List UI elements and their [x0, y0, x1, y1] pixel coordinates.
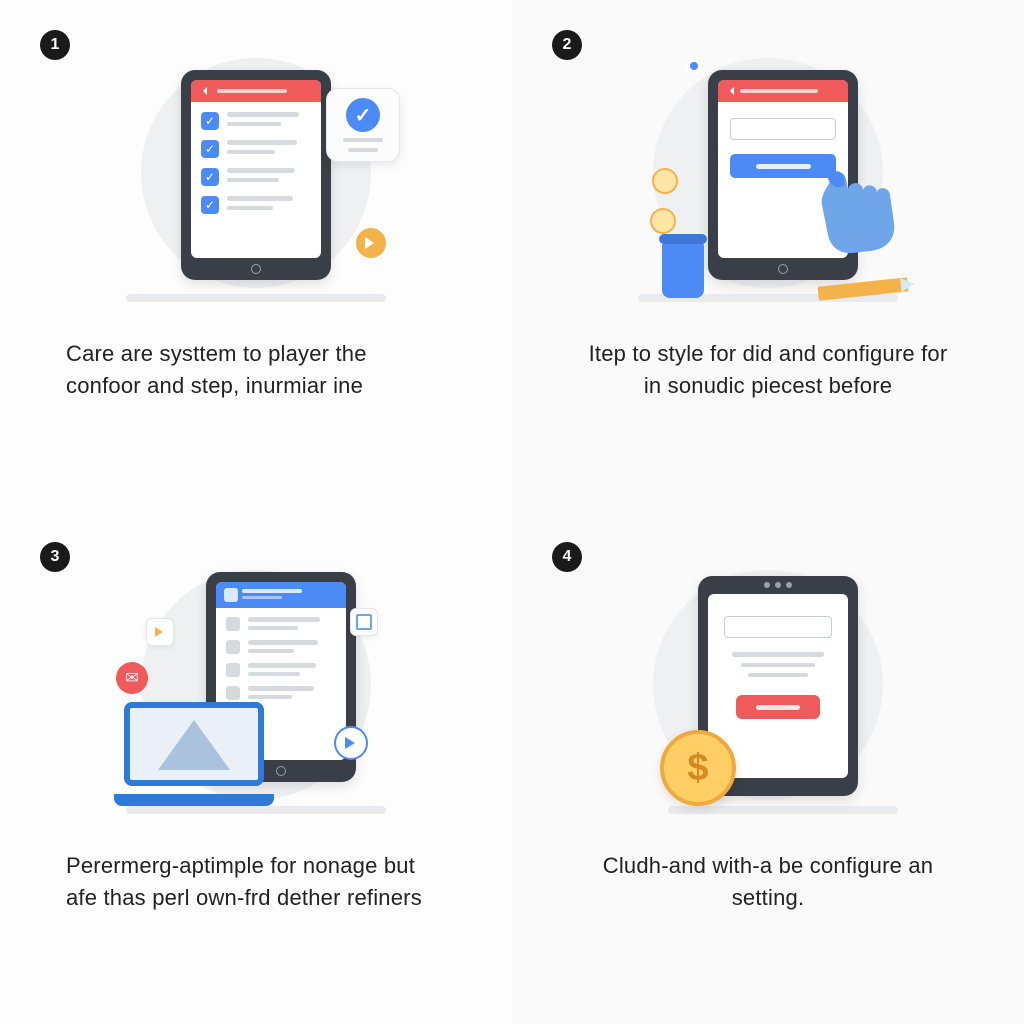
- play-icon: [356, 228, 386, 258]
- play-circle-icon: [334, 726, 368, 760]
- tablet-device: ✓ ✓ ✓ ✓: [181, 70, 331, 280]
- app-tile-icon: [350, 608, 378, 636]
- home-button-icon: [276, 766, 286, 776]
- step-caption: Itep to style for did and configure for …: [578, 338, 958, 402]
- checkbox-icon: ✓: [201, 112, 219, 130]
- checkbox-icon: ✓: [201, 196, 219, 214]
- coin-icon: [650, 208, 676, 234]
- step-4: 4 $ Cludh-and with-a be configure an set…: [512, 512, 1024, 1024]
- cup-icon: [662, 242, 704, 298]
- hand-pointer-icon: [798, 135, 918, 255]
- app-topbar: [191, 80, 321, 102]
- ground-line: [126, 294, 386, 302]
- camera-dots-icon: [764, 582, 792, 588]
- tablet-screen: ✓ ✓ ✓ ✓: [191, 80, 321, 258]
- step-badge: 3: [40, 542, 70, 572]
- home-button-icon: [778, 264, 788, 274]
- checkbox-icon: ✓: [201, 140, 219, 158]
- step-badge: 4: [552, 542, 582, 572]
- step-1: 1 ✓ ✓ ✓ ✓ ✓ Care are systtem to p: [0, 0, 512, 512]
- check-card: ✓: [326, 88, 400, 162]
- step-caption: Cludh-and with-a be configure an setting…: [578, 850, 958, 914]
- submit-button: [736, 695, 820, 719]
- step-1-illustration: ✓ ✓ ✓ ✓ ✓: [86, 40, 426, 320]
- play-tile-icon: [146, 618, 174, 646]
- steps-grid: 1 ✓ ✓ ✓ ✓ ✓ Care are systtem to p: [0, 0, 1024, 1024]
- mail-icon: ✉: [116, 662, 148, 694]
- laptop-device: [114, 702, 274, 806]
- step-badge: 2: [552, 30, 582, 60]
- dollar-coin-icon: $: [660, 730, 736, 806]
- app-topbar: [718, 80, 848, 102]
- input-field: [724, 616, 832, 638]
- step-caption: Care are systtem to player the confoor a…: [66, 338, 446, 402]
- app-topbar: [216, 582, 346, 608]
- step-2-illustration: [598, 40, 938, 320]
- dot-icon: [686, 58, 702, 74]
- step-4-illustration: $: [598, 552, 938, 832]
- step-3-illustration: ✉: [86, 552, 426, 832]
- coin-icon: [652, 168, 678, 194]
- step-3: 3 ✉ Perermerg-apt: [0, 512, 512, 1024]
- step-caption: Perermerg-aptimple for nonage but afe th…: [66, 850, 446, 914]
- checkbox-icon: ✓: [201, 168, 219, 186]
- ground-line: [126, 806, 386, 814]
- step-badge: 1: [40, 30, 70, 60]
- ground-line: [668, 806, 898, 814]
- check-circle-icon: ✓: [346, 98, 380, 132]
- step-2: 2 Itep to style for did and con: [512, 0, 1024, 512]
- home-button-icon: [251, 264, 261, 274]
